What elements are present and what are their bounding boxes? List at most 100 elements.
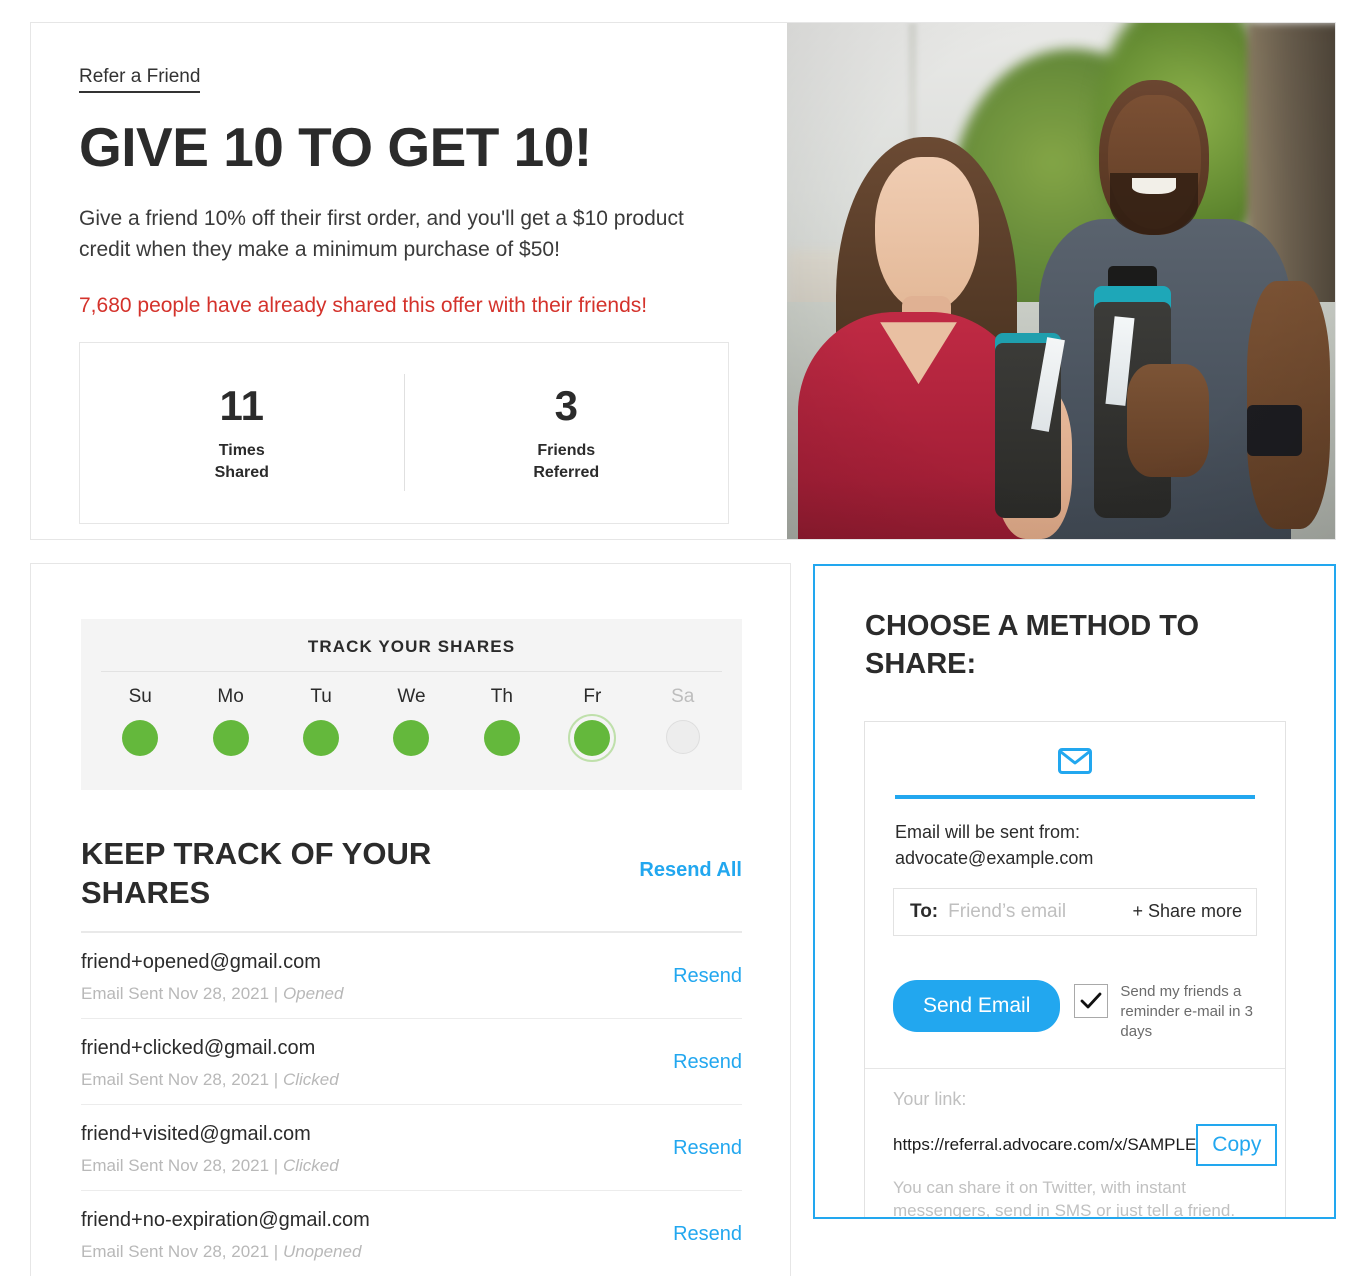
share-meta: Email Sent Nov 28, 2021 | Opened [81,984,343,1004]
day-mo[interactable]: Mo [185,686,275,762]
share-email: friend+clicked@gmail.com [81,1036,316,1059]
day-th[interactable]: Th [457,686,547,762]
photo-vignette [787,23,1335,539]
track-your-shares-widget: TRACK YOUR SHARES Su Mo Tu We Th Fr Sa [81,619,742,790]
day-label: Su [128,686,152,707]
day-dot-filled [574,720,611,756]
email-from-info: Email will be sent from: advocate@exampl… [895,819,1257,871]
resend-button[interactable]: Resend [673,965,742,988]
day-dot-filled [483,720,520,756]
track-widget-title: TRACK YOUR SHARES [307,637,516,656]
day-dot-filled [303,720,340,756]
email-from-label: Email will be sent from: [895,822,1081,843]
share-row-info: friend+no-expiration@gmail.com Email Sen… [81,1209,370,1262]
day-today-ring [568,714,617,762]
reminder-label: Send my friends a reminder e-mail in 3 d… [1120,982,1253,1041]
track-shares-card: TRACK YOUR SHARES Su Mo Tu We Th Fr Sa K… [30,563,791,1276]
day-dot-filled [393,720,430,756]
email-method-box: Email will be sent from: advocate@exampl… [864,721,1286,1217]
choose-method-title: CHOOSE A METHOD TO SHARE: [865,610,1200,680]
share-status: Unopened [282,1241,362,1261]
copy-button[interactable]: Copy [1196,1124,1278,1166]
resend-all-button[interactable]: Resend All [639,859,742,882]
share-more-button[interactable]: + Share more [1132,901,1242,922]
day-tu[interactable]: Tu [276,686,366,762]
promo-photo-illustration [787,23,1335,539]
email-tab-underline [895,795,1255,800]
friend-email-input[interactable]: Friend’s email [948,901,1132,923]
share-status: Clicked [282,1155,339,1175]
choose-method-card: CHOOSE A METHOD TO SHARE: Email will be … [813,564,1336,1219]
refer-a-friend-page: Refer a Friend GIVE 10 TO GET 10! Give a… [0,0,1370,1276]
table-row: friend+clicked@gmail.com Email Sent Nov … [81,1019,742,1105]
stat-label: Times Shared [80,440,404,483]
share-sent-date: Email Sent Nov 28, 2021 | [81,983,279,1003]
table-row: friend+opened@gmail.com Email Sent Nov 2… [81,933,742,1019]
share-meta: Email Sent Nov 28, 2021 | Clicked [81,1070,339,1090]
keep-track-title: KEEP TRACK OF YOUR SHARES [81,836,432,910]
day-label: Tu [310,686,332,707]
your-link-box: Your link: https://referral.advocare.com… [865,1068,1285,1217]
share-email: friend+no-expiration@gmail.com [81,1208,370,1231]
table-row: friend+visited@gmail.com Email Sent Nov … [81,1105,742,1191]
stat-label-line2: Shared [214,463,269,481]
envelope-icon [1058,748,1092,779]
share-email: friend+visited@gmail.com [81,1122,311,1145]
stat-times-shared: 11 Times Shared [80,374,404,491]
share-sent-date: Email Sent Nov 28, 2021 | [81,1155,279,1175]
to-field[interactable]: To: Friend’s email + Share more [893,887,1257,936]
referral-link-url[interactable]: https://referral.advocare.com/x/SAMPLE [893,1135,1196,1155]
stat-label-line2: Referred [533,463,600,481]
share-email: friend+opened@gmail.com [81,950,321,973]
hero-text-column: Refer a Friend GIVE 10 TO GET 10! Give a… [31,23,787,539]
resend-button[interactable]: Resend [673,1223,742,1246]
share-meta: Email Sent Nov 28, 2021 | Clicked [81,1156,339,1176]
email-method-top: Email will be sent from: advocate@exampl… [865,722,1285,957]
day-dot-filled [122,720,159,756]
share-sent-date: Email Sent Nov 28, 2021 | [81,1069,279,1089]
page-title: GIVE 10 TO GET 10! [79,115,592,178]
day-label: We [397,686,426,707]
email-tab[interactable] [893,742,1257,795]
check-icon [1080,992,1102,1008]
shared-count-text: 7,680 people have already shared this of… [79,293,648,317]
day-sa[interactable]: Sa [638,686,728,762]
share-row-info: friend+visited@gmail.com Email Sent Nov … [81,1123,339,1176]
stats-box: 11 Times Shared 3 Friends Referred [79,341,729,524]
share-row-info: friend+opened@gmail.com Email Sent Nov 2… [81,951,343,1004]
stat-friends-referred: 3 Friends Referred [403,373,729,492]
stat-label-line1: Times [218,442,265,460]
resend-button[interactable]: Resend [673,1051,742,1074]
your-link-label: Your link: [893,1089,967,1110]
day-label: Fr [583,686,602,707]
stat-label-line1: Friends [537,442,596,460]
stat-value: 3 [554,381,578,429]
share-meta: Email Sent Nov 28, 2021 | Unopened [81,1242,370,1262]
share-sent-date: Email Sent Nov 28, 2021 | [81,1241,279,1261]
day-we[interactable]: We [366,686,456,762]
week-days-row: Su Mo Tu We Th Fr Sa [81,672,742,762]
day-label: Sa [671,686,695,707]
day-label: Th [490,686,513,707]
stat-value: 11 [219,381,264,429]
share-status: Clicked [282,1069,339,1089]
day-fr-today[interactable]: Fr [547,686,637,762]
hero-photo [787,23,1335,539]
offer-description: Give a friend 10% off their first order,… [79,206,684,262]
to-label: To: [910,900,939,922]
hero-card: Refer a Friend GIVE 10 TO GET 10! Give a… [30,22,1336,540]
day-su[interactable]: Su [95,686,185,762]
table-row: friend+no-expiration@gmail.com Email Sen… [81,1191,742,1276]
link-row: https://referral.advocare.com/x/SAMPLE C… [893,1124,1278,1166]
share-row-info: friend+clicked@gmail.com Email Sent Nov … [81,1037,339,1090]
reminder-checkbox[interactable] [1074,983,1109,1018]
day-dot-filled [212,720,249,756]
stat-label: Friends Referred [405,440,729,483]
share-status: Opened [282,983,344,1003]
day-dot-empty [665,720,700,754]
resend-button[interactable]: Resend [673,1137,742,1160]
email-from-address: advocate@example.com [895,848,1094,869]
keep-track-header: KEEP TRACK OF YOUR SHARES Resend All [81,835,742,913]
send-email-button[interactable]: Send Email [893,979,1061,1032]
refer-a-friend-link[interactable]: Refer a Friend [79,66,201,93]
